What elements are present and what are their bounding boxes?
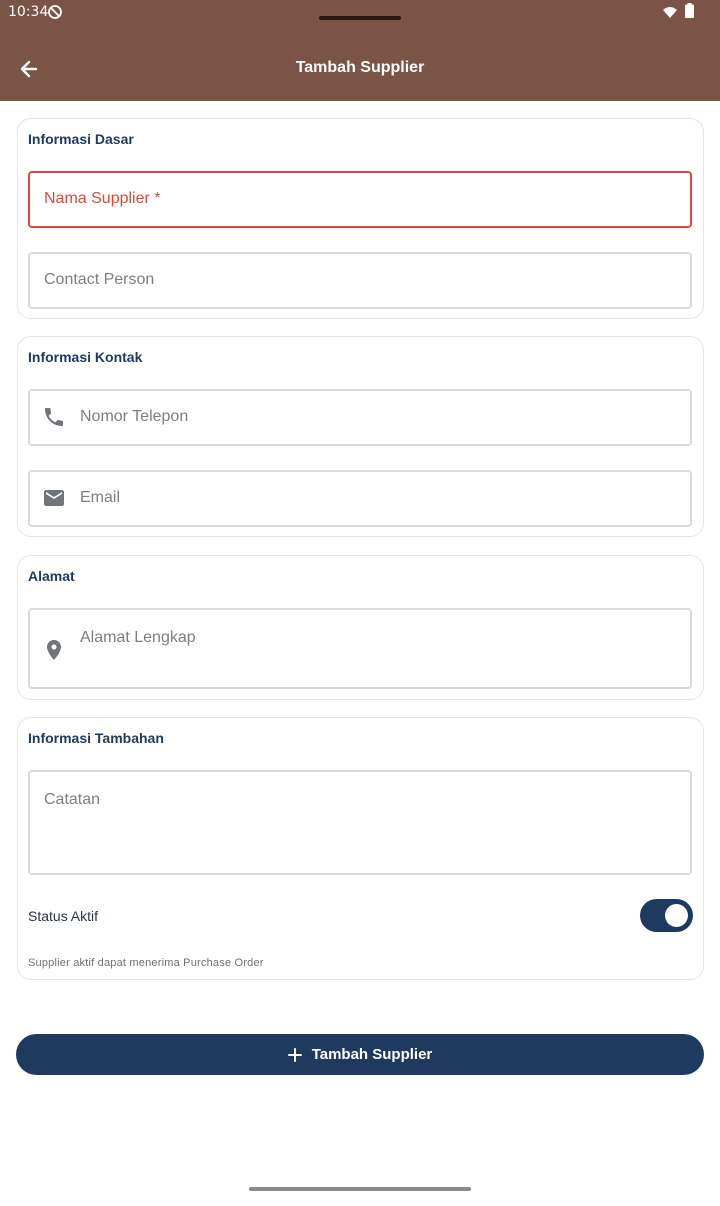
home-indicator xyxy=(249,1187,471,1191)
status-helper-text: Supplier aktif dapat menerima Purchase O… xyxy=(28,957,264,969)
do-not-disturb-icon xyxy=(48,5,62,19)
status-bar: 10:34 xyxy=(0,0,720,26)
status-active-toggle[interactable] xyxy=(640,899,693,932)
extra-info-card: Informasi Tambahan Catatan Status Aktif … xyxy=(17,717,704,980)
email-field[interactable]: Email xyxy=(28,470,692,527)
phone-label: Nomor Telepon xyxy=(80,408,189,425)
address-card: Alamat Alamat Lengkap xyxy=(17,555,704,700)
supplier-name-field[interactable]: Nama Supplier * xyxy=(28,171,692,228)
extra-info-title: Informasi Tambahan xyxy=(28,730,164,746)
app-bar: 10:34 Tambah Supplier xyxy=(0,0,720,101)
address-title: Alamat xyxy=(28,568,75,584)
wifi-icon xyxy=(663,7,677,18)
notes-field[interactable]: Catatan xyxy=(28,770,692,875)
contact-person-label: Contact Person xyxy=(44,271,155,288)
supplier-name-label: Nama Supplier * xyxy=(44,190,161,207)
basic-info-card: Informasi Dasar Nama Supplier * Contact … xyxy=(17,118,704,319)
status-active-label: Status Aktif xyxy=(28,908,99,924)
notes-label: Catatan xyxy=(44,791,101,808)
contact-info-title: Informasi Kontak xyxy=(28,349,143,365)
contact-info-card: Informasi Kontak Nomor Telepon Email xyxy=(17,336,704,537)
phone-icon xyxy=(45,408,63,426)
contact-person-field[interactable]: Contact Person xyxy=(28,252,692,309)
plus-icon xyxy=(287,1047,302,1062)
toggle-knob xyxy=(665,904,688,927)
basic-info-title: Informasi Dasar xyxy=(28,131,134,147)
add-supplier-button[interactable]: Tambah Supplier xyxy=(16,1034,704,1075)
page-title: Tambah Supplier xyxy=(295,59,425,76)
camera-notch xyxy=(319,16,401,20)
email-icon xyxy=(44,490,64,506)
email-label: Email xyxy=(80,489,121,506)
address-label: Alamat Lengkap xyxy=(80,629,196,646)
add-supplier-label: Tambah Supplier xyxy=(311,1046,433,1063)
battery-icon xyxy=(685,3,694,18)
status-time: 10:34 xyxy=(8,4,49,20)
phone-field[interactable]: Nomor Telepon xyxy=(28,389,692,446)
location-pin-icon xyxy=(47,640,61,660)
address-field[interactable]: Alamat Lengkap xyxy=(28,608,692,689)
